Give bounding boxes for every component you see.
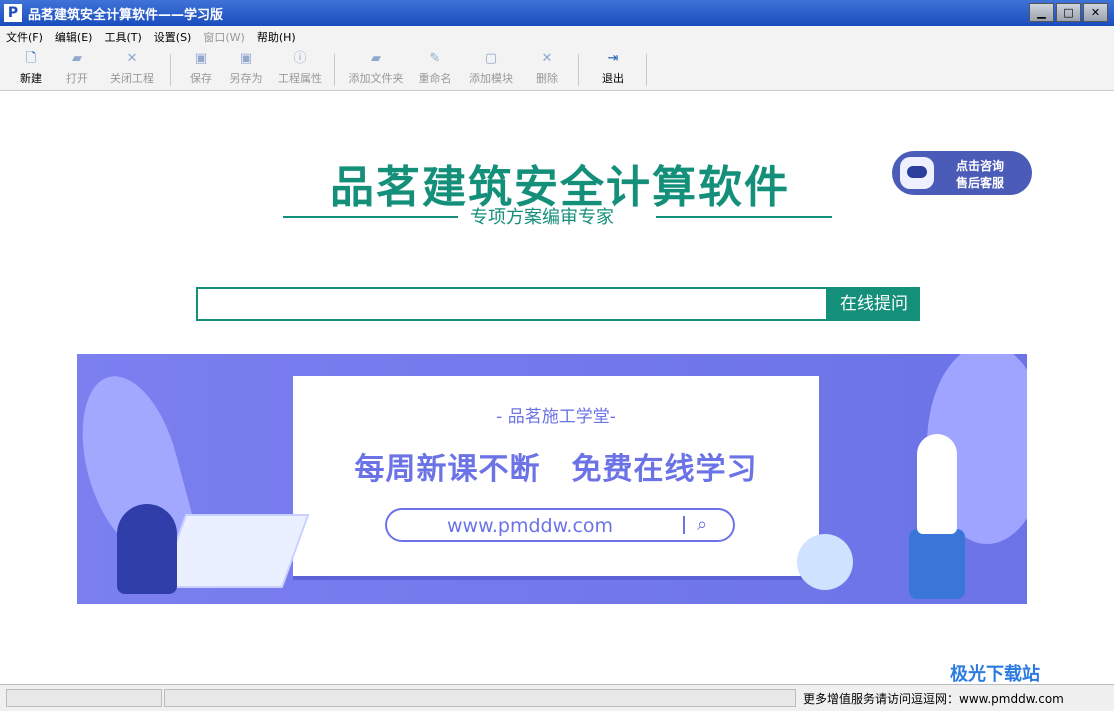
open-folder-icon: ▰ — [72, 51, 82, 66]
menu-settings[interactable]: 设置(S) — [148, 29, 198, 45]
close-x-icon: ✕ — [126, 51, 138, 66]
person-reading-illustration — [117, 504, 177, 594]
save-icon: ▣ — [194, 51, 208, 66]
status-text: 更多增值服务请访问逗逗网：www.pmddw.com — [803, 692, 1064, 706]
exit-icon: ⇥ — [607, 51, 619, 66]
banner-card: - 品茗施工学堂- 每周新课不断 免费在线学习 www.pmddw.com ⌕ — [293, 376, 819, 576]
menu-help[interactable]: 帮助(H) — [251, 29, 302, 45]
toolbar-divider — [578, 54, 579, 86]
exit-button[interactable]: ⇥ 退出 — [596, 52, 630, 88]
menu-tools[interactable]: 工具(T) — [98, 29, 147, 45]
banner-kicker: - 品茗施工学堂- — [496, 407, 616, 427]
add-module-button[interactable]: ▢ 添加模块 — [464, 52, 518, 88]
add-folder-button[interactable]: ▰ 添加文件夹 — [344, 52, 408, 88]
toolbar-divider — [646, 54, 647, 86]
title-bar: P 品茗建筑安全计算软件——学习版 ▁ □ ✕ — [0, 0, 1114, 26]
person-standing-illustration — [917, 434, 957, 534]
add-folder-icon: ▰ — [371, 51, 381, 66]
add-module-icon: ▢ — [484, 51, 498, 66]
person-standing-illustration — [909, 529, 965, 599]
save-as-button[interactable]: ▣ 另存为 — [226, 52, 266, 88]
course-banner[interactable]: - 品茗施工学堂- 每周新课不断 免费在线学习 www.pmddw.com ⌕ — [77, 354, 1027, 604]
planet-illustration — [797, 534, 853, 590]
url-divider — [683, 516, 685, 534]
watermark: 极光下载站 — [950, 664, 1040, 685]
window-title: 品茗建筑安全计算软件——学习版 — [28, 7, 224, 23]
status-bar: 更多增值服务请访问逗逗网：www.pmddw.com — [0, 684, 1114, 711]
status-panel — [164, 689, 796, 707]
rename-icon: ✎ — [429, 51, 441, 66]
save-button[interactable]: ▣ 保存 — [184, 52, 218, 88]
toolbar-divider — [334, 54, 335, 86]
consult-button[interactable]: 点击咨询 售后客服 — [892, 151, 1032, 195]
ask-online-button[interactable]: 在线提问 — [828, 287, 920, 321]
robot-icon — [900, 157, 934, 189]
close-icon[interactable]: ✕ — [1083, 3, 1108, 22]
rename-button[interactable]: ✎ 重命名 — [414, 52, 456, 88]
brand-divider — [283, 216, 458, 218]
search-icon: ⌕ — [697, 514, 708, 535]
book-illustration — [158, 514, 310, 588]
brand-subtitle: 专项方案编审专家 — [470, 207, 614, 228]
maximize-icon[interactable]: □ — [1056, 3, 1081, 22]
open-button[interactable]: ▰ 打开 — [60, 52, 94, 88]
main-content: 品茗建筑安全计算软件 专项方案编审专家 点击咨询 售后客服 在线提问 - 品茗施… — [0, 91, 1114, 684]
toolbar: 🗋 新建 ▰ 打开 ✕ 关闭工程 ▣ 保存 ▣ 另存为 ⓘ 工程属性 ▰ 添加文… — [0, 48, 1114, 91]
banner-url-box[interactable]: www.pmddw.com ⌕ — [385, 508, 735, 542]
properties-button[interactable]: ⓘ 工程属性 — [274, 52, 326, 88]
new-button[interactable]: 🗋 新建 — [14, 52, 48, 88]
toolbar-divider — [170, 54, 171, 86]
delete-button[interactable]: ✕ 删除 — [530, 52, 564, 88]
banner-headline: 每周新课不断 免费在线学习 — [354, 452, 758, 487]
brand-divider — [656, 216, 832, 218]
banner-url: www.pmddw.com — [447, 515, 614, 537]
menu-window[interactable]: 窗口(W) — [197, 29, 250, 45]
minimize-icon[interactable]: ▁ — [1029, 3, 1054, 22]
save-as-icon: ▣ — [239, 51, 253, 66]
consult-line2: 售后客服 — [956, 176, 1005, 190]
consult-line1: 点击咨询 — [956, 159, 1005, 173]
menu-edit[interactable]: 编辑(E) — [49, 29, 99, 45]
question-input[interactable] — [196, 287, 828, 321]
close-project-button[interactable]: ✕ 关闭工程 — [106, 52, 158, 88]
menu-bar: 文件(F) 编辑(E) 工具(T) 设置(S) 窗口(W) 帮助(H) — [0, 26, 1114, 48]
status-panel — [6, 689, 162, 707]
app-logo-icon: P — [4, 4, 22, 22]
menu-file[interactable]: 文件(F) — [0, 29, 49, 45]
info-icon: ⓘ — [293, 51, 307, 66]
delete-x-icon: ✕ — [541, 51, 553, 66]
new-file-icon: 🗋 — [25, 51, 37, 66]
